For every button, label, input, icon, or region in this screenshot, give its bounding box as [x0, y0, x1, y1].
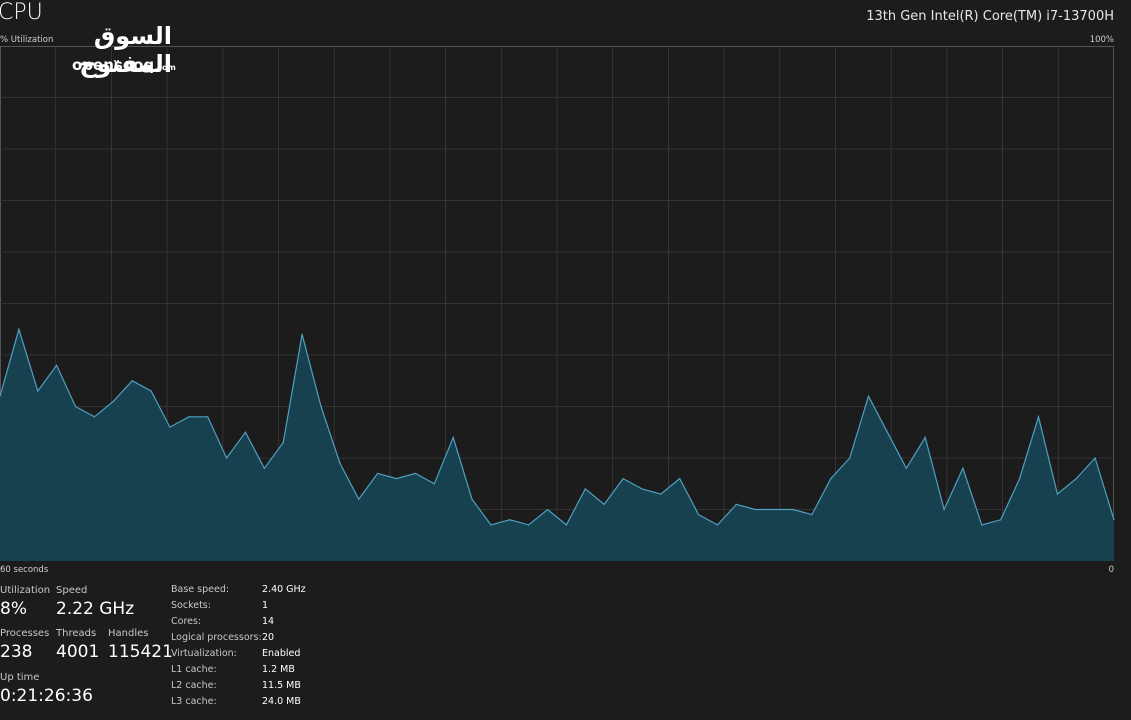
- cores-value: 14: [262, 616, 275, 627]
- y-axis-max-label: 100%: [1089, 35, 1114, 45]
- processes-label: Processes: [0, 628, 50, 639]
- y-axis-label: % Utilization: [0, 35, 54, 45]
- utilization-point: [546, 508, 549, 511]
- cores-label: Cores:: [171, 616, 202, 627]
- utilization-point: [905, 467, 907, 469]
- page-title: CPU: [0, 0, 43, 25]
- l1-cache-value: 1.2 MB: [262, 664, 295, 675]
- utilization-point: [1018, 478, 1021, 480]
- utilization-point: [981, 524, 983, 526]
- logical-processors-value: 20: [262, 632, 275, 643]
- utilization-point: [320, 405, 322, 408]
- utilization-point: [490, 524, 492, 526]
- utilization-point: [131, 380, 133, 382]
- l2-cache-label: L2 cache:: [171, 680, 217, 691]
- utilization-point: [924, 436, 926, 438]
- utilization-value: 8%: [0, 599, 27, 619]
- utilization-point: [886, 431, 889, 433]
- logical-processors-label: Logical processors:: [171, 632, 262, 643]
- base-speed-value: 2.40 GHz: [262, 584, 306, 595]
- utilization-point: [622, 478, 624, 480]
- processes-value: 238: [0, 642, 33, 662]
- speed-label: Speed: [56, 585, 88, 596]
- utilization-point: [509, 519, 511, 521]
- utilization-point: [603, 503, 605, 505]
- utilization-point: [943, 508, 945, 511]
- utilization-point: [641, 488, 643, 490]
- utilization-point: [1094, 457, 1096, 459]
- utilization-point: [792, 508, 794, 511]
- threads-value: 4001: [56, 642, 100, 662]
- utilization-point: [74, 405, 77, 408]
- virtualization-value: Enabled: [262, 648, 301, 659]
- l3-cache-value: 24.0 MB: [262, 696, 301, 707]
- utilization-point: [528, 524, 530, 526]
- utilization-point: [263, 467, 265, 469]
- utilization-point: [150, 390, 152, 392]
- utilization-point: [18, 328, 20, 330]
- sockets-label: Sockets:: [171, 600, 211, 611]
- utilization-point: [962, 467, 964, 469]
- utilization-point: [93, 416, 96, 418]
- utilization-point: [811, 514, 813, 516]
- utilization-point: [1037, 416, 1040, 418]
- utilization-point: [377, 472, 379, 475]
- utilization-point: [301, 333, 303, 335]
- utilization-point: [112, 400, 114, 402]
- utilization-point: [225, 457, 228, 459]
- utilization-point: [830, 478, 832, 480]
- base-speed-label: Base speed:: [171, 584, 230, 595]
- cpu-model-name: 13th Gen Intel(R) Core(TM) i7-13700H: [866, 9, 1114, 24]
- utilization-point: [698, 514, 700, 516]
- uptime-label: Up time: [0, 672, 40, 683]
- utilization-point: [207, 416, 209, 418]
- handles-label: Handles: [108, 628, 149, 639]
- uptime-value: 0:21:26:36: [0, 686, 93, 706]
- utilization-point: [282, 441, 284, 444]
- x-axis-left-label: 60 seconds: [0, 565, 49, 575]
- utilization-point: [867, 395, 870, 397]
- utilization-point: [565, 524, 568, 526]
- sockets-value: 1: [262, 600, 269, 611]
- utilization-point: [452, 436, 454, 438]
- x-axis-right-label: 0: [1108, 565, 1114, 575]
- utilization-point: [754, 508, 756, 511]
- utilization-point: [169, 426, 171, 428]
- virtualization-label: Virtualization:: [171, 648, 237, 659]
- utilization-point: [1075, 478, 1077, 480]
- handles-value: 115421: [108, 642, 173, 662]
- utilization-point: [679, 478, 681, 480]
- utilization-point: [773, 508, 775, 511]
- utilization-point: [849, 457, 851, 459]
- l3-cache-label: L3 cache:: [171, 696, 217, 707]
- utilization-point: [395, 478, 398, 480]
- utilization-point: [660, 493, 662, 495]
- utilization-point: [37, 390, 39, 392]
- utilization-point: [56, 364, 58, 366]
- utilization-point: [1056, 493, 1058, 495]
- threads-label: Threads: [56, 628, 97, 639]
- utilization-point: [188, 416, 190, 418]
- utilization-point: [339, 462, 341, 464]
- cpu-utilization-graph: [0, 46, 1115, 561]
- utilization-point: [244, 431, 247, 433]
- utilization-point: [716, 524, 719, 526]
- utilization-point: [358, 498, 360, 500]
- l2-cache-value: 11.5 MB: [262, 680, 301, 691]
- utilization-point: [414, 472, 416, 475]
- utilization-point: [735, 503, 737, 505]
- utilization-point: [1113, 519, 1115, 521]
- utilization-point: [471, 498, 473, 500]
- utilization-label: Utilization: [0, 585, 51, 596]
- speed-value: 2.22 GHz: [56, 599, 135, 619]
- utilization-point: [1000, 519, 1002, 521]
- utilization-point: [433, 483, 435, 485]
- l1-cache-label: L1 cache:: [171, 664, 217, 675]
- utilization-point: [584, 488, 586, 490]
